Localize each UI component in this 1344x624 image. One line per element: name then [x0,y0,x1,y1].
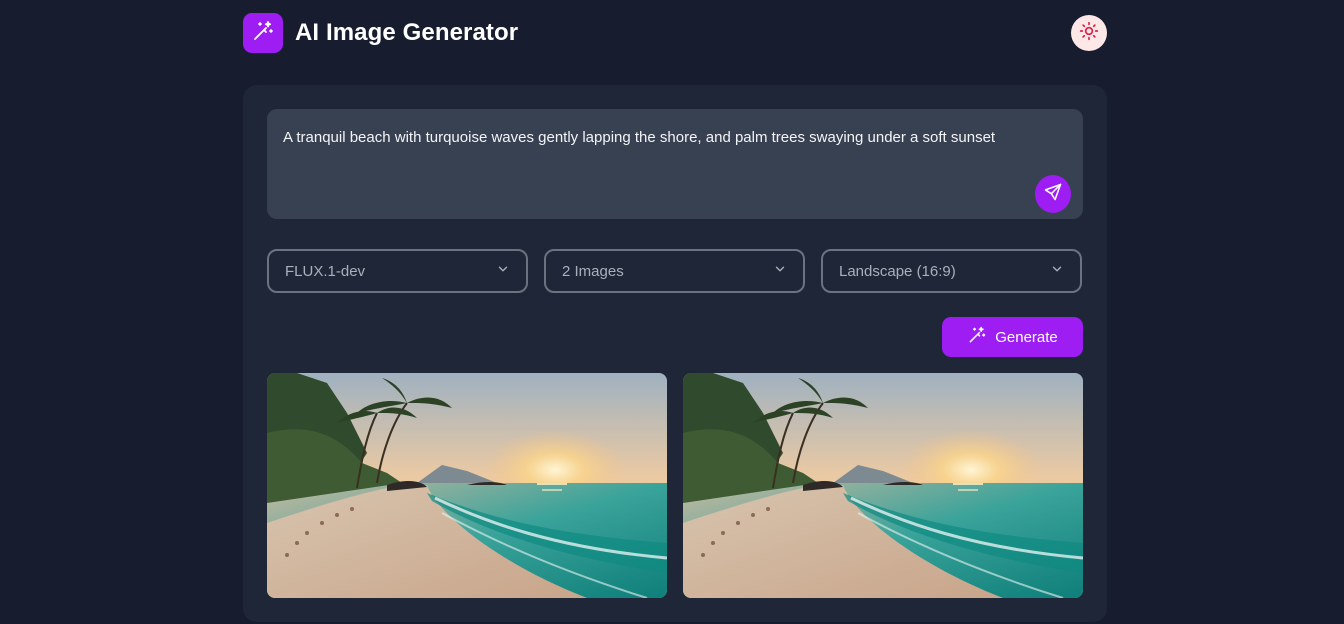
magic-wand-icon [251,19,275,48]
chevron-down-icon [773,262,787,281]
aspect-ratio-value: Landscape (16:9) [839,262,956,280]
prompt-text[interactable]: A tranquil beach with turquoise waves ge… [283,127,1023,149]
beach-sunset-image [683,373,1083,598]
generate-button-label: Generate [995,328,1058,346]
send-icon [1043,182,1063,207]
image-gallery [267,373,1083,598]
image-count-select[interactable]: 2 Images [544,249,805,293]
beach-sunset-image [267,373,667,598]
chevron-down-icon [1050,262,1064,281]
options-row: FLUX.1-dev 2 Images Landscape (16:9) [267,249,1083,293]
page-title: AI Image Generator [295,19,519,46]
aspect-ratio-select[interactable]: Landscape (16:9) [821,249,1082,293]
generate-button[interactable]: Generate [942,317,1083,357]
image-count-value: 2 Images [562,262,624,280]
generator-card: A tranquil beach with turquoise waves ge… [243,85,1107,622]
theme-toggle-button[interactable] [1071,15,1107,51]
chevron-down-icon [496,262,510,281]
generated-image[interactable] [683,373,1083,598]
prompt-textarea[interactable]: A tranquil beach with turquoise waves ge… [267,109,1083,219]
model-select-value: FLUX.1-dev [285,262,366,280]
model-select[interactable]: FLUX.1-dev [267,249,528,293]
send-button[interactable] [1035,175,1071,213]
logo [243,13,283,53]
generated-image[interactable] [267,373,667,598]
sun-icon [1079,21,1099,46]
magic-wand-icon [967,325,987,350]
app-header: AI Image Generator [243,13,1107,53]
brand: AI Image Generator [243,13,518,53]
